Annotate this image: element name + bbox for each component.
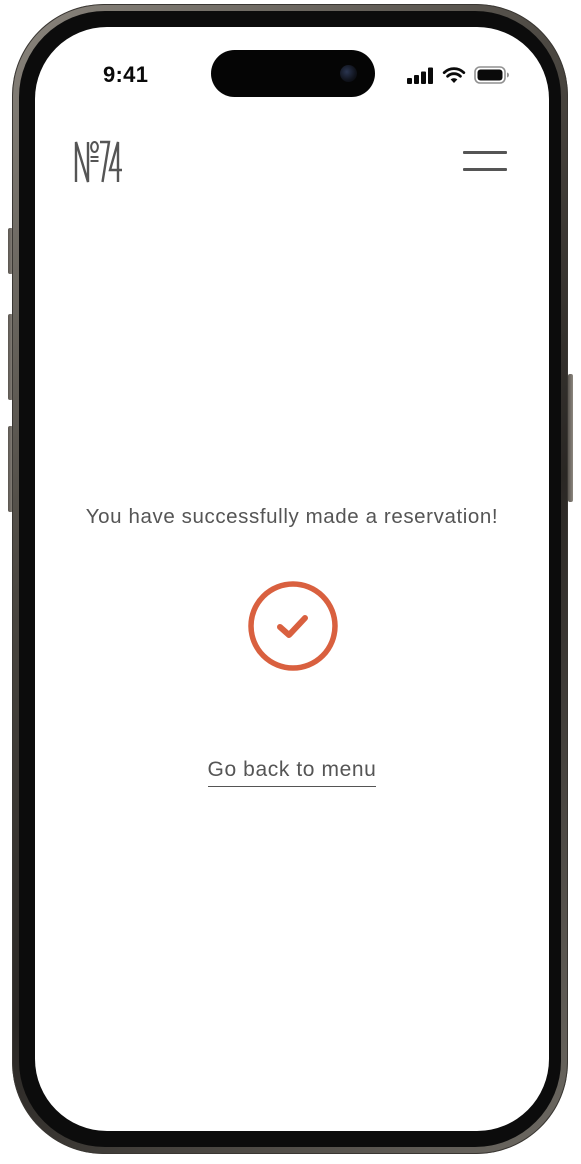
wifi-icon bbox=[442, 67, 466, 83]
device-mockup: 9:41 You have successfully made a reserv… bbox=[0, 0, 581, 1164]
dynamic-island bbox=[211, 50, 375, 97]
cellular-signal-icon bbox=[407, 67, 433, 84]
phone-bezel: 9:41 You have successfully made a reserv… bbox=[19, 11, 561, 1147]
status-time: 9:41 bbox=[103, 62, 149, 87]
front-camera bbox=[340, 65, 357, 82]
menu-line-top bbox=[463, 151, 507, 154]
power-button bbox=[568, 374, 573, 502]
screen: 9:41 You have successfully made a reserv… bbox=[35, 27, 549, 1131]
phone-frame: 9:41 You have successfully made a reserv… bbox=[12, 4, 568, 1154]
success-message: You have successfully made a reservation… bbox=[85, 505, 499, 528]
status-icons bbox=[407, 66, 510, 84]
check-circle-icon bbox=[248, 581, 338, 671]
hamburger-menu-icon[interactable] bbox=[461, 145, 509, 177]
back-link-container: Go back to menu bbox=[35, 758, 549, 787]
menu-line-bottom bbox=[463, 168, 507, 171]
go-back-to-menu-link[interactable]: Go back to menu bbox=[207, 758, 377, 787]
logo-icon[interactable] bbox=[73, 138, 123, 186]
battery-icon bbox=[474, 66, 509, 84]
